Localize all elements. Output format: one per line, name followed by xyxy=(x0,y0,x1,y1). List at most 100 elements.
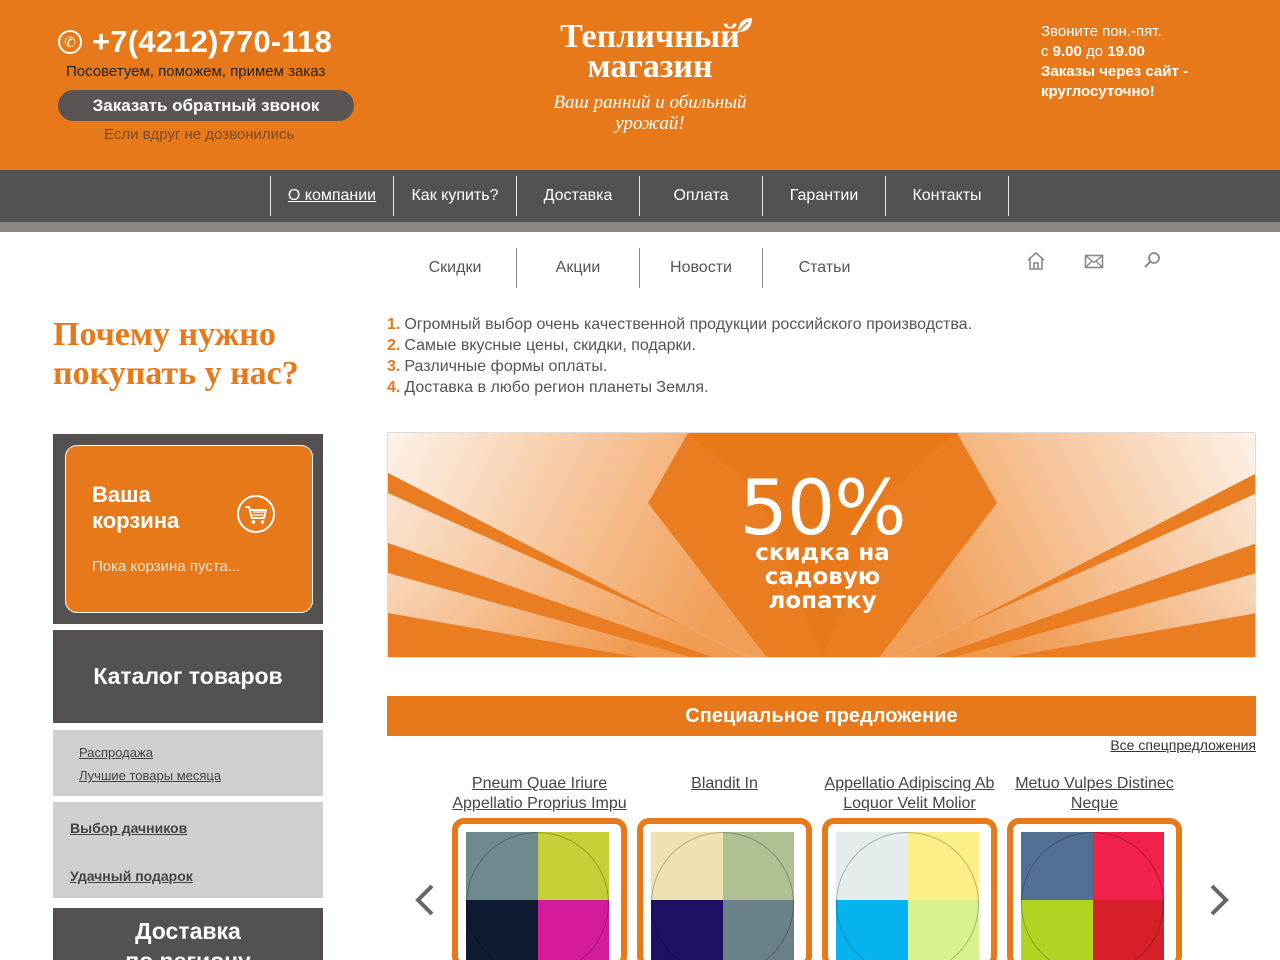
nav-item-about[interactable]: О компании xyxy=(271,176,394,216)
product-image-frame[interactable] xyxy=(1007,818,1182,960)
benefit-item: 2. Самые вкусные цены, скидки, подарки. xyxy=(387,335,972,356)
hours-line2: с 9.00 до 19.00 xyxy=(1041,42,1188,62)
phone-block[interactable]: ✆ +7(4212)770-118 xyxy=(58,24,332,60)
site-logo[interactable]: Тепличный магазин Ваш ранний и обильный … xyxy=(520,18,780,134)
product-image xyxy=(836,832,979,960)
benefits-list: 1. Огромный выбор очень качественной прод… xyxy=(387,314,972,398)
why-buy-title: Почему нужно покупать у нас? xyxy=(53,315,299,393)
tool-icons xyxy=(1025,250,1163,272)
hours-end: 19.00 xyxy=(1107,43,1145,60)
product-image xyxy=(1021,832,1164,960)
product-name-line2: Loquor Velit Molior xyxy=(843,795,976,812)
logo-title-line2: магазин xyxy=(587,48,713,85)
benefit-number: 2. xyxy=(387,337,401,354)
delivery-heading[interactable]: Доставка по региону xyxy=(53,908,323,960)
nav-item-how-to-buy[interactable]: Как купить? xyxy=(394,176,517,216)
cart-icon[interactable] xyxy=(236,494,276,534)
why-title-line1: Почему нужно xyxy=(53,316,276,353)
pick-links-box: Выбор дачников Удачный подарок xyxy=(53,802,323,898)
all-specials-link[interactable]: Все спецпредложения xyxy=(1110,737,1256,753)
main-navigation: О компании Как купить? Доставка Оплата Г… xyxy=(0,170,1280,222)
cart-empty-text: Пока корзина пуста... xyxy=(92,558,241,575)
callback-button[interactable]: Заказать обратный звонок xyxy=(58,90,354,121)
product-image xyxy=(651,832,794,960)
hours-line1: Звоните пон.-пят. xyxy=(1041,23,1162,40)
link-sale[interactable]: Распродажа xyxy=(79,741,323,764)
product-card[interactable]: Metuo Vulpes Distinec Neque xyxy=(1007,774,1182,960)
phone-number[interactable]: +7(4212)770-118 xyxy=(92,24,332,60)
benefit-number: 1. xyxy=(387,316,401,333)
product-name-line1: Blandit In xyxy=(691,775,758,792)
link-gardeners-choice[interactable]: Выбор дачников xyxy=(70,816,323,840)
subnav-item-news[interactable]: Новости xyxy=(640,248,763,288)
product-image xyxy=(466,832,609,960)
product-name-line2: Neque xyxy=(1070,795,1119,812)
benefit-text: Самые вкусные цены, скидки, подарки. xyxy=(404,337,696,354)
logo-text-line1: Тепличный xyxy=(560,18,740,55)
benefit-text: Доставка в любо регион планеты Земля. xyxy=(404,379,709,396)
sub-navigation: Скидки Акции Новости Статьи xyxy=(394,248,886,288)
hours-from: с xyxy=(1041,43,1053,60)
product-name[interactable]: Blandit In xyxy=(637,774,812,818)
catalog-heading[interactable]: Каталог товаров xyxy=(53,630,323,723)
product-card[interactable]: Appellatio Adipiscing Ab Loquor Velit Mo… xyxy=(822,774,997,960)
link-best-of-month[interactable]: Лучшие товары месяца xyxy=(79,764,323,787)
logo-tagline: Ваш ранний и обильный урожай! xyxy=(520,92,780,134)
why-title-line2: покупать у нас? xyxy=(53,355,299,392)
nav-item-contacts[interactable]: Контакты xyxy=(886,176,1009,216)
product-name[interactable]: Appellatio Adipiscing Ab Loquor Velit Mo… xyxy=(822,774,997,818)
tagline-line1: Ваш ранний и обильный xyxy=(553,92,747,113)
cart-title-line1: Ваша xyxy=(92,482,151,507)
promo-banner[interactable]: 50% скидка на садовую лопатку xyxy=(387,432,1256,658)
tagline-line2: урожай! xyxy=(615,113,685,134)
banner-line3: лопатку xyxy=(768,588,877,614)
benefit-item: 4. Доставка в любо регион планеты Земля. xyxy=(387,377,972,398)
product-image-frame[interactable] xyxy=(452,818,627,960)
benefit-number: 3. xyxy=(387,358,401,375)
benefit-item: 3. Различные формы оплаты. xyxy=(387,356,972,377)
main-nav-list: О компании Как купить? Доставка Оплата Г… xyxy=(270,176,1009,216)
subnav-item-discounts[interactable]: Скидки xyxy=(394,248,517,288)
chevron-left-icon[interactable] xyxy=(410,880,440,920)
link-good-gift[interactable]: Удачный подарок xyxy=(70,864,323,888)
hours-mid: до xyxy=(1081,43,1108,60)
home-icon[interactable] xyxy=(1025,250,1047,272)
product-name-line2: Appellatio Proprius Impu xyxy=(452,795,627,812)
hours-start: 9.00 xyxy=(1052,43,1082,60)
banner-caption: скидка на садовую лопатку xyxy=(388,540,1255,614)
orders-text-2: круглосуточно! xyxy=(1041,83,1155,100)
nav-item-delivery[interactable]: Доставка xyxy=(517,176,640,216)
nav-item-guarantees[interactable]: Гарантии xyxy=(763,176,886,216)
leaf-icon xyxy=(737,18,752,32)
product-name-line1: Pneum Quae Iriure xyxy=(471,775,608,792)
subnav-item-articles[interactable]: Статьи xyxy=(763,248,886,288)
nav-item-payment[interactable]: Оплата xyxy=(640,176,763,216)
banner-line1: скидка на xyxy=(755,540,890,566)
chevron-right-icon[interactable] xyxy=(1204,880,1234,920)
callback-note: Если вдруг не дозвонились xyxy=(104,126,295,143)
product-name-line1: Appellatio Adipiscing Ab xyxy=(824,775,995,792)
benefit-item: 1. Огромный выбор очень качественной прод… xyxy=(387,314,972,335)
product-card[interactable]: Blandit In xyxy=(637,774,812,960)
mail-icon[interactable] xyxy=(1083,250,1105,272)
work-hours: Звоните пон.-пят. с 9.00 до 19.00 Заказы… xyxy=(1041,22,1188,102)
product-name-line1: Metuo Vulpes Distinec xyxy=(1015,775,1174,792)
product-image-frame[interactable] xyxy=(822,818,997,960)
banner-percent: 50% xyxy=(739,463,907,552)
search-icon[interactable] xyxy=(1141,250,1163,272)
benefit-number: 4. xyxy=(387,379,401,396)
orders-line1: Заказы через сайт - xyxy=(1041,62,1188,82)
product-name[interactable]: Pneum Quae Iriure Appellatio Proprius Im… xyxy=(452,774,627,818)
nav-divider-stripe xyxy=(0,222,1280,232)
orders-line2: круглосуточно! xyxy=(1041,82,1188,102)
subnav-item-promos[interactable]: Акции xyxy=(517,248,640,288)
product-card[interactable]: Pneum Quae Iriure Appellatio Proprius Im… xyxy=(452,774,627,960)
phone-icon: ✆ xyxy=(58,30,82,54)
product-name[interactable]: Metuo Vulpes Distinec Neque xyxy=(1007,774,1182,818)
delivery-title-line2: по региону xyxy=(53,946,323,960)
product-image-frame[interactable] xyxy=(637,818,812,960)
orders-text-1: Заказы через сайт - xyxy=(1041,63,1188,80)
sale-links-box: Распродажа Лучшие товары месяца xyxy=(53,730,323,796)
site-header: ✆ +7(4212)770-118 Посоветуем, поможем, п… xyxy=(0,0,1280,170)
cart-box[interactable]: Ваша корзина Пока корзина пуста... xyxy=(65,445,313,613)
